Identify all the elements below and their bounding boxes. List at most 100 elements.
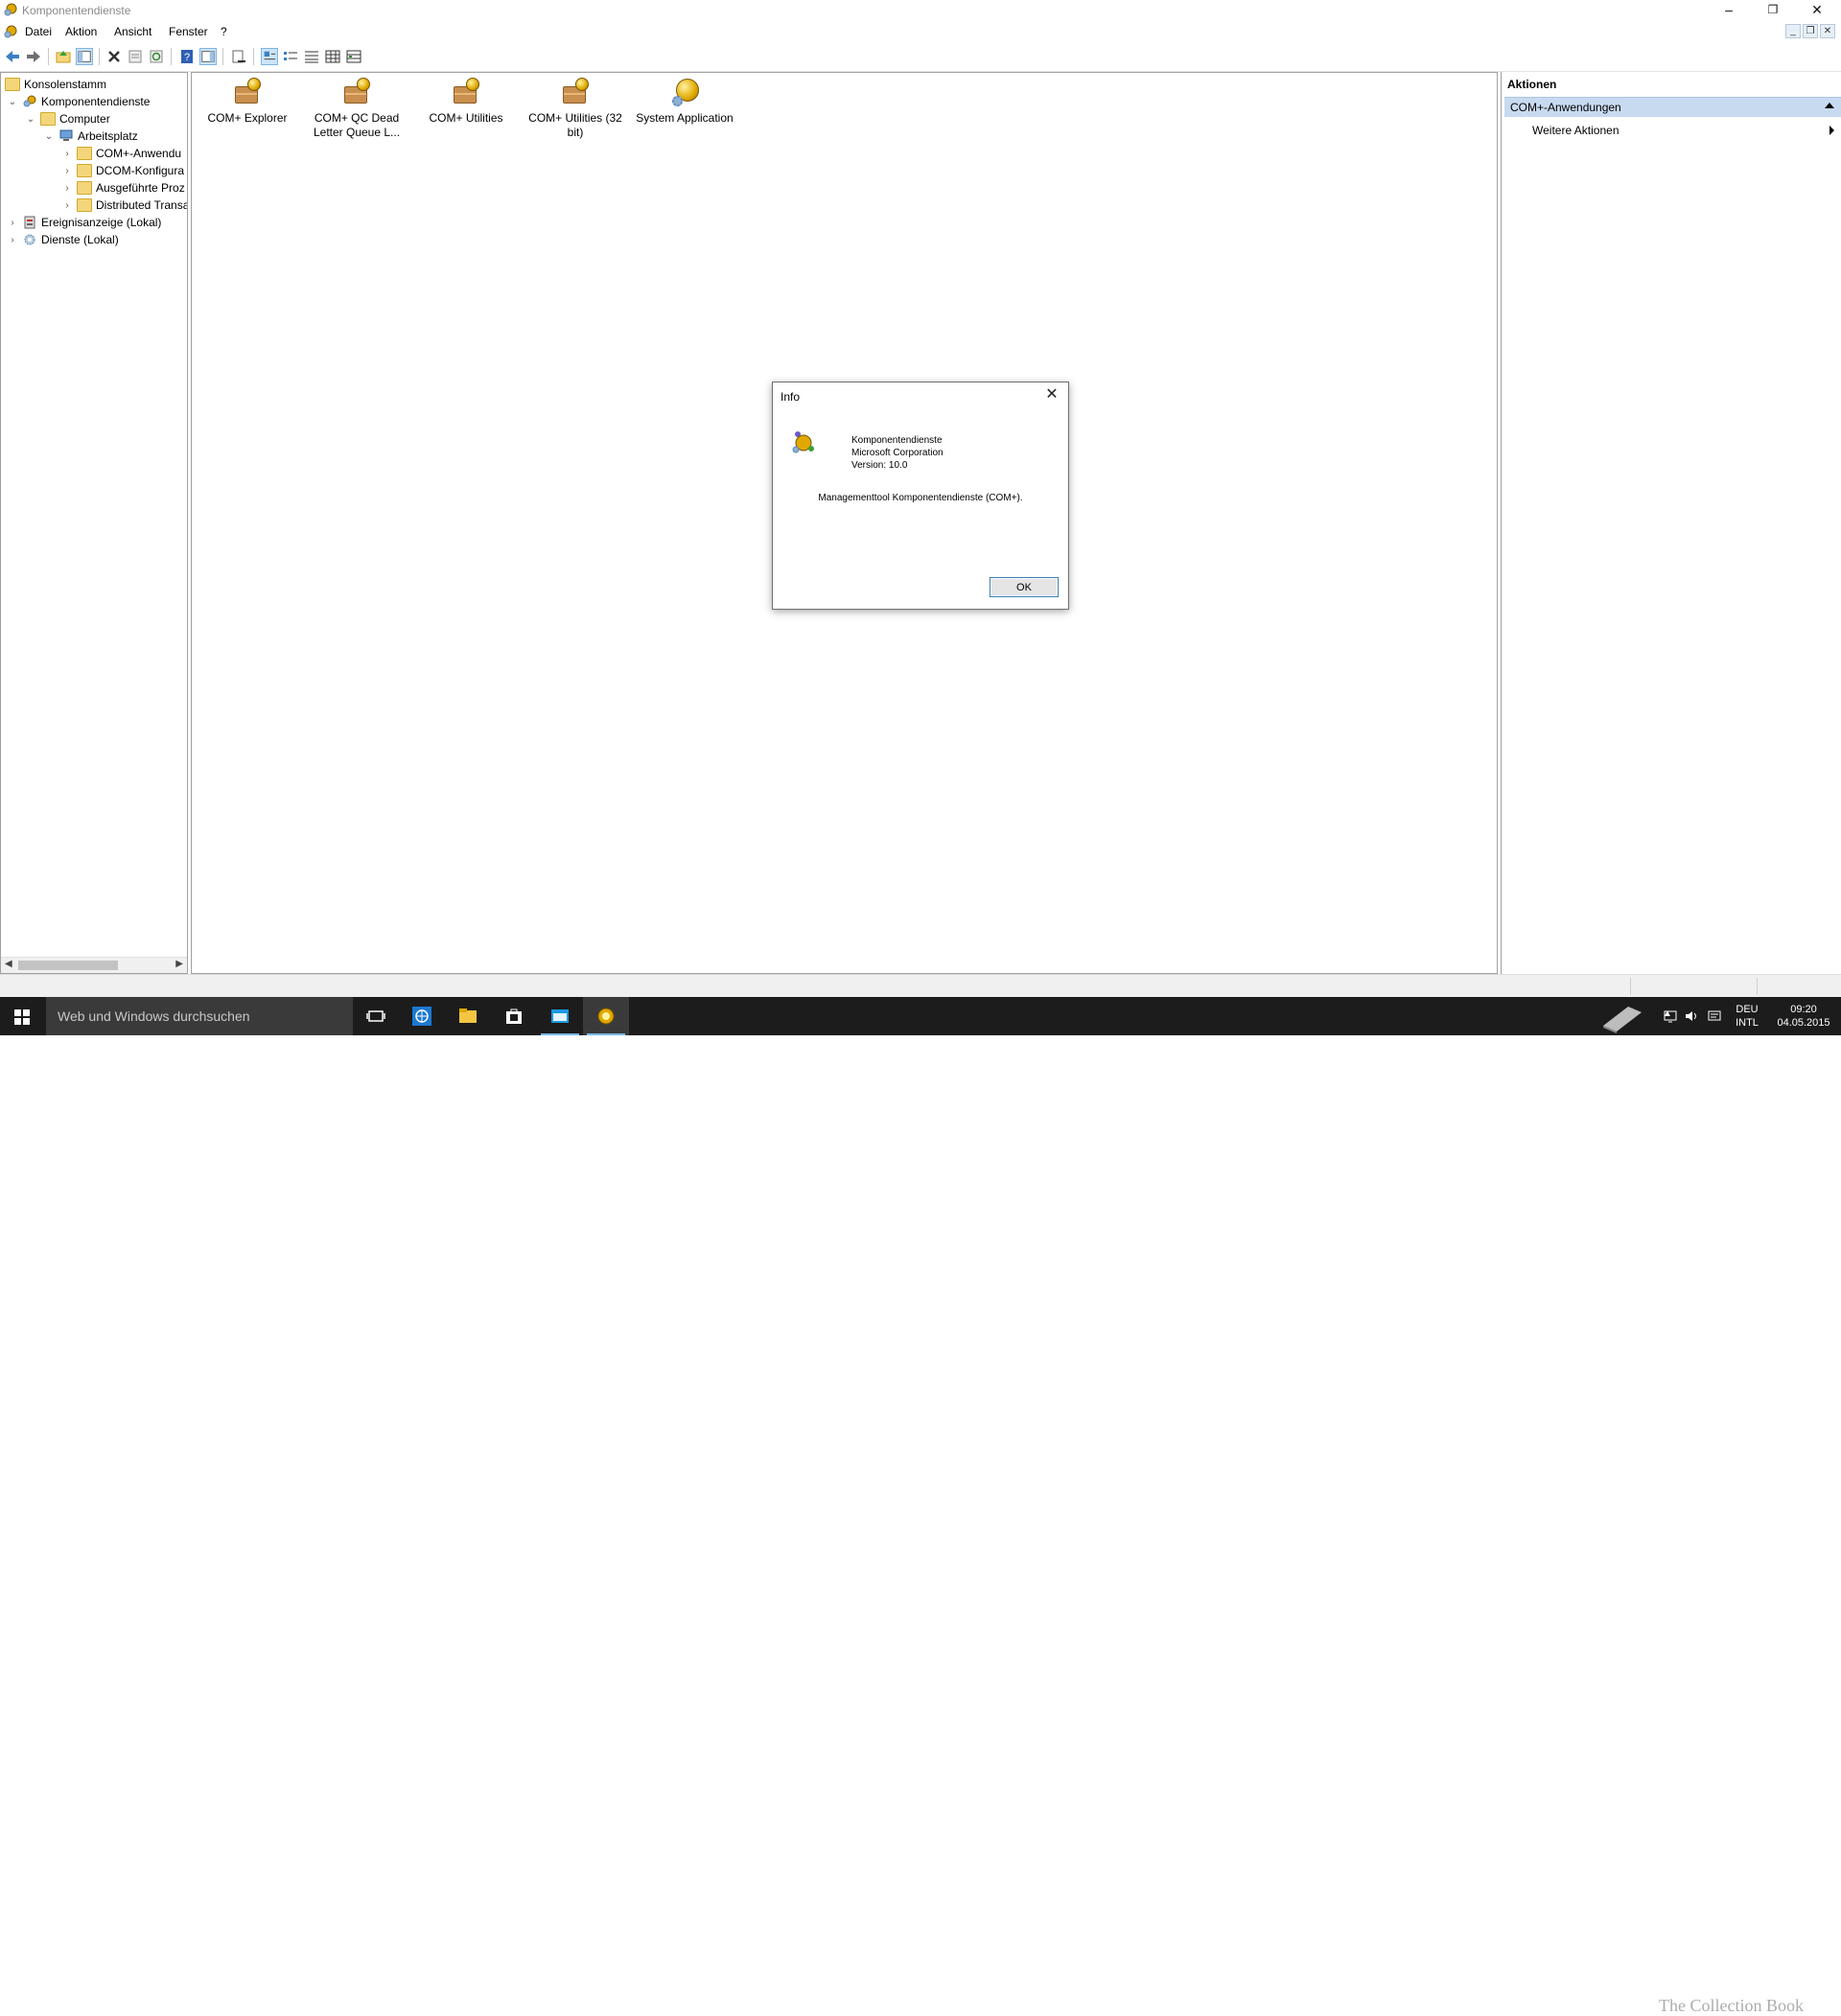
chevron-right-icon[interactable]: ›: [61, 200, 73, 211]
folder-icon: [5, 78, 20, 91]
close-button[interactable]: ✕: [1795, 0, 1839, 21]
com-app-label: COM+ Utilities (32 bit): [528, 111, 622, 139]
actions-title: Aktionen: [1507, 78, 1557, 91]
com-package-icon: [232, 77, 263, 107]
tree-item-label: Komponentendienste: [41, 95, 151, 108]
tree-item-label: DCOM-Konfigura: [96, 164, 185, 177]
tree-item-com-anwendungen[interactable]: › COM+-Anwendu: [61, 145, 181, 162]
dialog-company: Microsoft Corporation: [851, 448, 944, 458]
tree-item-ausgefuehrte-prozesse[interactable]: › Ausgeführte Proz: [61, 179, 185, 197]
mmc-document-icon[interactable]: [4, 25, 17, 38]
taskbar-browser[interactable]: [399, 997, 445, 1035]
search-input[interactable]: Web und Windows durchsuchen: [46, 997, 353, 1035]
tree-item-label: Distributed Transa: [96, 198, 188, 212]
chevron-right-icon[interactable]: ›: [61, 149, 73, 159]
com-app-item[interactable]: COM+ Utilities: [413, 77, 519, 126]
show-hide-tree-icon[interactable]: [76, 48, 93, 65]
properties-icon[interactable]: [127, 48, 144, 65]
up-folder-icon[interactable]: [55, 48, 72, 65]
task-view-button[interactable]: [353, 997, 399, 1035]
delete-icon[interactable]: [105, 48, 123, 65]
com-app-item[interactable]: System Application: [632, 77, 737, 126]
tree-item-arbeitsplatz[interactable]: ⌄ Arbeitsplatz: [43, 127, 138, 145]
help-icon[interactable]: ?: [178, 48, 196, 65]
mdi-minimize-button[interactable]: _: [1785, 24, 1801, 38]
tree-item-label: Arbeitsplatz: [78, 129, 138, 143]
back-icon[interactable]: [4, 48, 21, 65]
folder-icon: [77, 147, 92, 160]
folder-icon: [77, 164, 92, 177]
menu-fenster[interactable]: Fenster: [169, 25, 208, 38]
refresh-icon[interactable]: [148, 48, 165, 65]
tree-item-konsolenstamm[interactable]: Konsolenstamm: [5, 76, 106, 93]
taskbar: Web und Windows durchsuchen The Collecti…: [0, 997, 1841, 2015]
tree-horizontal-scrollbar[interactable]: ◀ ▶: [1, 957, 187, 973]
forward-icon[interactable]: [25, 48, 42, 65]
menu-aktion[interactable]: Aktion: [65, 25, 97, 38]
show-hide-action-pane-icon[interactable]: [199, 48, 217, 65]
chevron-down-icon[interactable]: ⌄: [25, 114, 36, 125]
menu-ansicht[interactable]: Ansicht: [114, 25, 151, 38]
dialog-body: Komponentendienste Microsoft Corporation…: [773, 411, 1068, 609]
submenu-arrow-icon: [1829, 126, 1834, 135]
ok-button[interactable]: OK: [990, 577, 1059, 597]
volume-icon[interactable]: [1684, 1008, 1699, 1024]
com-package-icon: [451, 77, 481, 107]
language-code[interactable]: DEU INTL: [1730, 1003, 1764, 1030]
tree-item-label: Konsolenstamm: [24, 78, 107, 91]
chevron-right-icon[interactable]: ›: [61, 183, 73, 194]
more-actions-item[interactable]: Weitere Aktionen: [1532, 124, 1620, 137]
menu-help[interactable]: ?: [221, 25, 227, 38]
tree-item-dcom-konfiguration[interactable]: › DCOM-Konfigura: [61, 162, 184, 179]
small-icons-icon[interactable]: [282, 48, 299, 65]
com-app-item[interactable]: COM+ Utilities (32 bit): [523, 77, 628, 140]
action-center-icon[interactable]: [1707, 1008, 1722, 1024]
dialog-close-button[interactable]: ✕: [1041, 384, 1062, 406]
chevron-right-icon[interactable]: ›: [61, 166, 73, 176]
chevron-down-icon[interactable]: ⌄: [7, 97, 18, 107]
component-services-icon: [23, 95, 36, 107]
menu-datei[interactable]: Datei: [25, 25, 52, 38]
mdi-restore-button[interactable]: ❐: [1803, 24, 1818, 38]
chevron-right-icon[interactable]: ›: [7, 235, 18, 245]
com-app-label: COM+ Explorer: [207, 111, 288, 125]
computer-icon: [59, 129, 73, 141]
list-icon[interactable]: [303, 48, 320, 65]
taskbar-file-explorer[interactable]: [445, 997, 491, 1035]
language-bottom: INTL: [1736, 1017, 1759, 1029]
services-gear-icon: [24, 234, 35, 245]
collapse-up-icon[interactable]: [1825, 103, 1834, 108]
taskbar-store[interactable]: [491, 997, 537, 1035]
large-icons-icon[interactable]: [261, 48, 278, 65]
status-bar: [0, 974, 1841, 998]
watermark-text: The Collection Book: [1659, 1996, 1804, 2015]
com-app-item[interactable]: COM+ QC Dead Letter Queue L...: [304, 77, 409, 140]
export-list-icon[interactable]: [230, 48, 247, 65]
title-bar: Komponentendienste – ❐ ✕: [0, 0, 1841, 21]
taskbar-app-window[interactable]: [537, 997, 583, 1035]
scroll-right-icon[interactable]: ▶: [175, 959, 183, 969]
tree-item-distributed-transaction[interactable]: › Distributed Transa: [61, 197, 188, 214]
scroll-thumb[interactable]: [18, 961, 118, 970]
chevron-down-icon[interactable]: ⌄: [43, 131, 55, 142]
chevron-right-icon[interactable]: ›: [7, 218, 18, 228]
com-app-label: COM+ QC Dead Letter Queue L...: [313, 111, 401, 139]
tree-item-computer[interactable]: ⌄ Computer: [25, 110, 110, 127]
file-explorer-icon: [459, 1008, 477, 1023]
actions-section-header[interactable]: COM+-Anwendungen: [1504, 97, 1841, 117]
mdi-close-button[interactable]: ✕: [1820, 24, 1835, 38]
network-icon[interactable]: [1663, 1008, 1678, 1024]
tree-item-komponentendienste[interactable]: ⌄ Komponentendienste: [7, 93, 151, 110]
com-app-item[interactable]: COM+ Explorer: [195, 77, 300, 126]
windows-logo-icon: [14, 1009, 30, 1025]
scroll-left-icon[interactable]: ◀: [5, 959, 12, 969]
start-button[interactable]: [0, 997, 44, 1035]
tree-item-dienste[interactable]: › Dienste (Lokal): [7, 231, 118, 248]
restore-button[interactable]: ❐: [1751, 0, 1795, 21]
taskbar-component-services[interactable]: [583, 997, 629, 1035]
tree-item-ereignisanzeige[interactable]: › Ereignisanzeige (Lokal): [7, 214, 161, 231]
clock[interactable]: 09:20 04.05.2015: [1770, 1003, 1837, 1030]
detail-icon[interactable]: [324, 48, 341, 65]
status-view-icon[interactable]: [345, 48, 362, 65]
minimize-button[interactable]: –: [1707, 0, 1751, 21]
